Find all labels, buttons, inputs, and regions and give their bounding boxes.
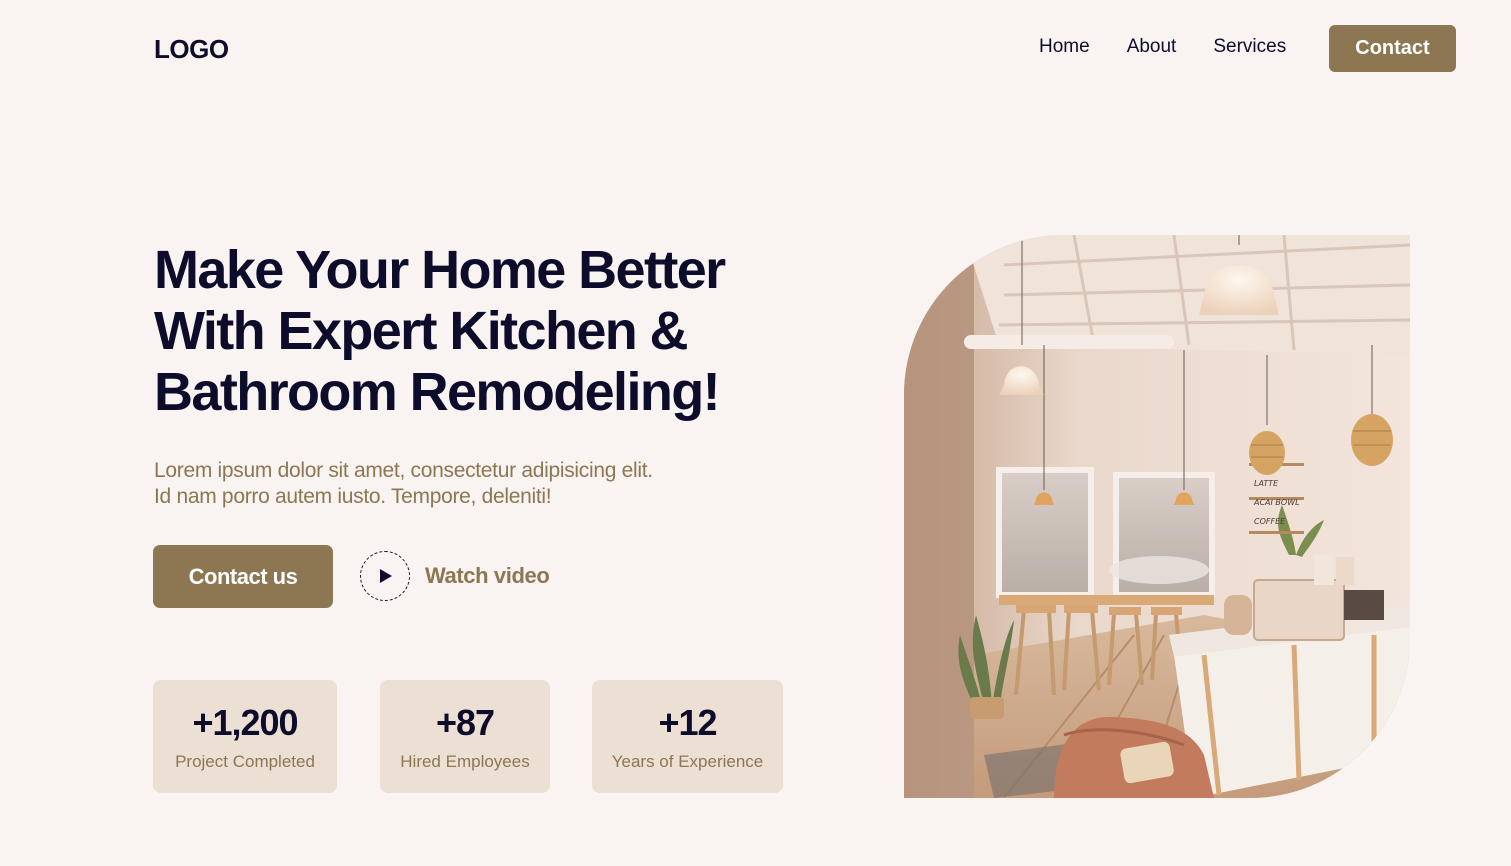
hero-title-line: Make Your Home Better: [154, 240, 726, 300]
stat-card-experience: +12 Years of Experience: [592, 680, 783, 793]
hero-subtitle-line: Id nam porro autem iusto. Tempore, delen…: [154, 485, 552, 508]
stat-label: Project Completed: [175, 751, 315, 771]
cafe-interior-image: LATTE ACAI BOWL COFFEE: [904, 235, 1410, 798]
stat-label: Years of Experience: [611, 751, 764, 771]
hero-subtitle-line: Lorem ipsum dolor sit amet, consectetur …: [154, 459, 653, 482]
menu-text: ACAI BOWL: [1253, 498, 1300, 507]
stat-card-projects: +1,200 Project Completed: [153, 680, 337, 793]
contact-us-button[interactable]: Contact us: [153, 545, 333, 608]
hero-image: LATTE ACAI BOWL COFFEE: [904, 235, 1410, 798]
logo[interactable]: LOGO: [154, 34, 229, 65]
hero-title: Make Your Home Better With Expert Kitche…: [154, 240, 794, 423]
nav-services-link[interactable]: Services: [1213, 36, 1286, 58]
menu-text: LATTE: [1254, 479, 1279, 488]
nav-home-link[interactable]: Home: [1039, 36, 1090, 58]
watch-video-label[interactable]: Watch video: [425, 563, 550, 589]
landing-page: LOGO Home About Services Contact Make Yo…: [0, 0, 1511, 866]
stat-value: +1,200: [192, 701, 298, 743]
menu-text: COFFEE: [1254, 517, 1286, 526]
play-icon[interactable]: [360, 551, 410, 601]
main-nav: Home About Services: [1039, 36, 1286, 58]
nav-contact-button[interactable]: Contact: [1329, 25, 1456, 72]
stat-value: +87: [435, 701, 495, 743]
hero-subtitle: Lorem ipsum dolor sit amet, consectetur …: [154, 458, 734, 510]
hero-title-line: Bathroom Remodeling!: [154, 362, 721, 422]
nav-about-link[interactable]: About: [1127, 36, 1177, 58]
stat-label: Hired Employees: [400, 751, 530, 771]
hero-title-line: With Expert Kitchen &: [154, 301, 689, 361]
stat-value: +12: [658, 701, 717, 743]
stat-card-employees: +87 Hired Employees: [380, 680, 550, 793]
watch-video-button[interactable]: Watch video: [360, 551, 550, 601]
